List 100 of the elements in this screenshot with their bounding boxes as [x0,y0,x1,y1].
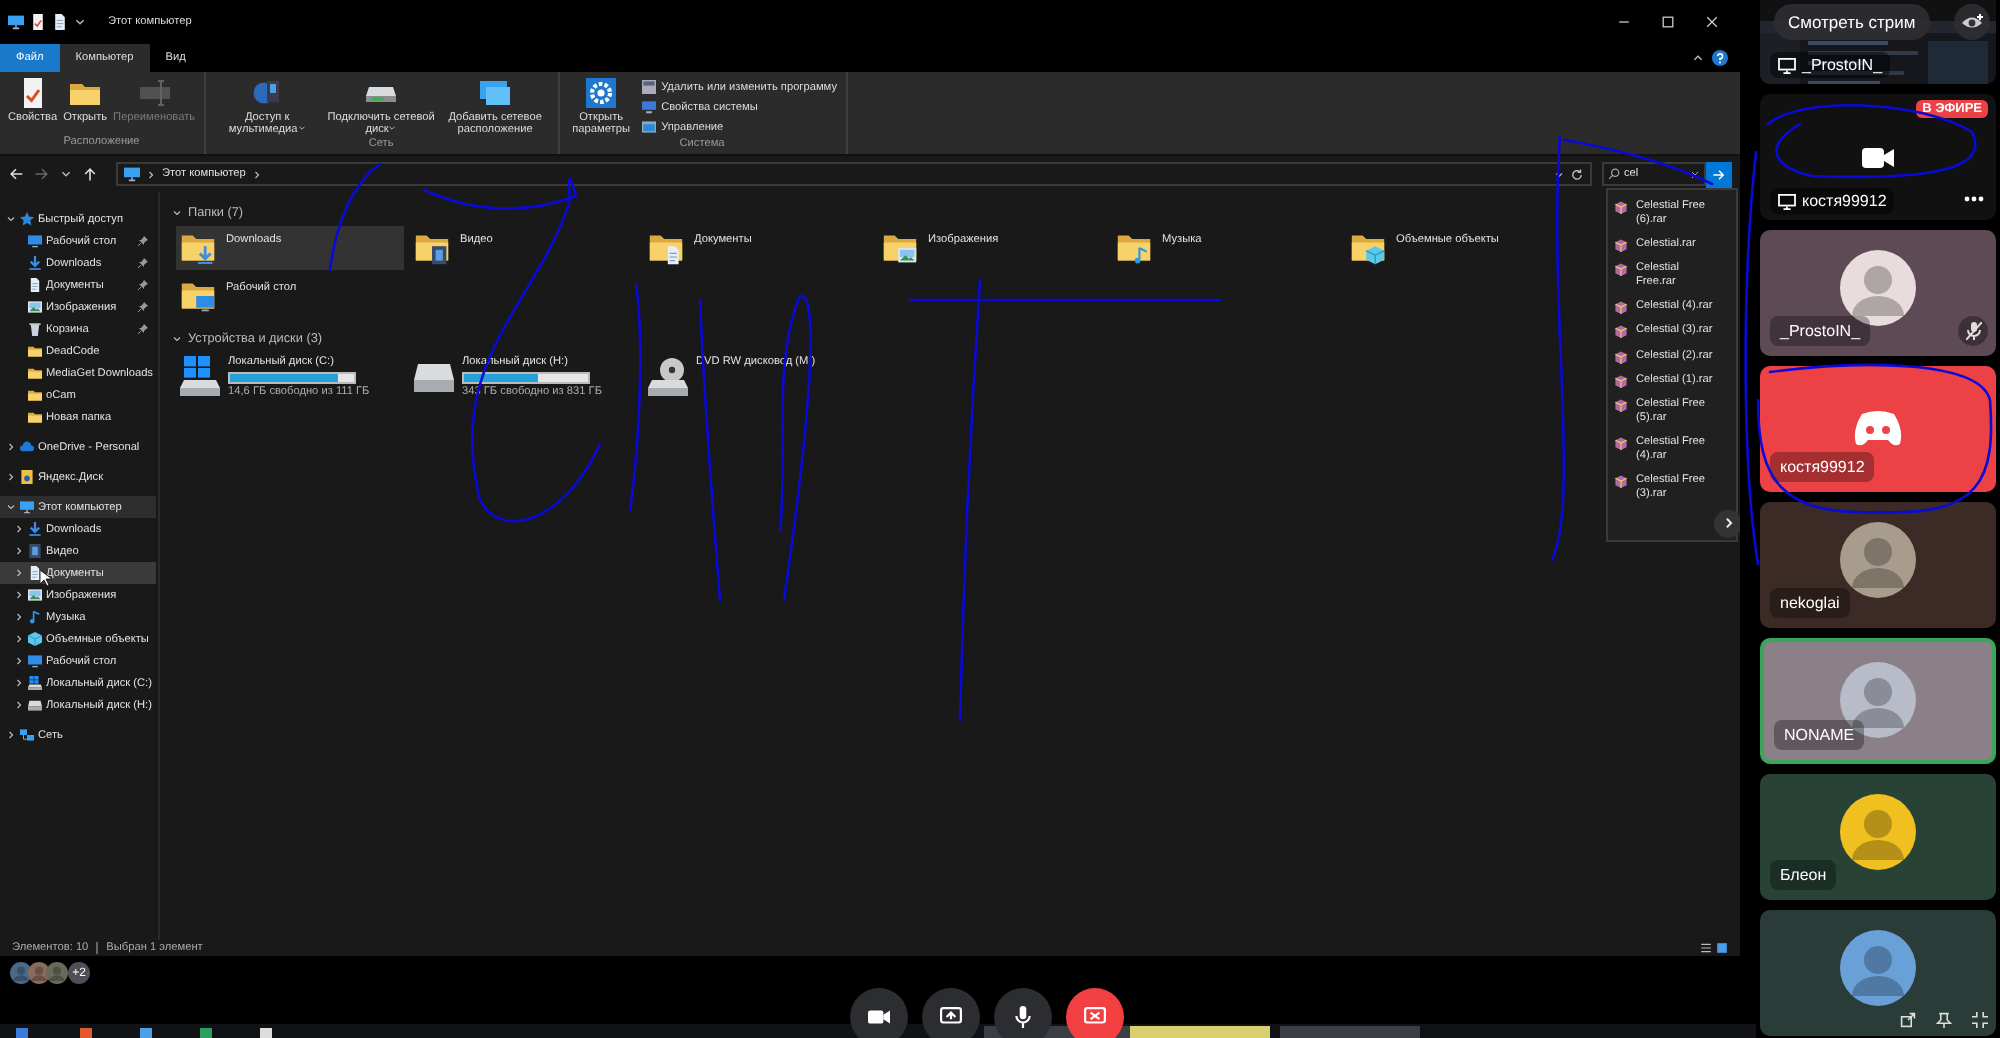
tiles-view-icon [1716,942,1728,954]
chevron-icon [251,169,262,179]
tiles-view-button[interactable] [1716,942,1728,954]
archive-icon [1614,324,1628,339]
folder-icon [1350,230,1386,266]
up-button[interactable] [82,166,98,182]
user-name: nekoglai [1770,588,1850,618]
archive-icon [1614,300,1628,315]
maximize-icon [1660,14,1676,30]
folder-icon [414,230,450,266]
user-name: костя99912 [1770,452,1875,482]
archive-icon [1614,199,1628,214]
image-icon [28,588,42,602]
folder-icon [28,366,42,380]
caret-icon [74,16,86,28]
cloud-icon [20,440,34,454]
eye-icon [1961,14,1983,30]
leave-call-icon [1084,1006,1106,1028]
monitor-icon [1778,193,1796,209]
details-view-button[interactable] [1700,942,1712,954]
microphone-button[interactable] [994,988,1052,1038]
pen-stroke [328,162,382,272]
caret-icon [60,168,72,180]
archive-icon [1614,373,1628,388]
camera-icon [868,1006,890,1028]
leave-call-button[interactable] [1066,988,1124,1038]
settings-icon [586,78,617,108]
monitor-icon [28,654,42,668]
folder-icon [1116,230,1152,266]
folder-icon [180,278,216,314]
back-button[interactable] [8,166,24,182]
film-icon [28,544,42,558]
computer-icon [124,166,140,182]
back-arrow-icon [8,166,24,182]
forward-arrow-icon [34,166,50,182]
folder-icon [28,410,42,424]
folder-icon [28,388,42,402]
document-icon [28,566,42,580]
document-icon [52,14,68,30]
star-icon [20,212,34,226]
screen-share-button[interactable] [922,988,980,1038]
archive-icon [1614,436,1628,451]
chevron-icon [172,207,182,217]
user-name: Блеон [1770,860,1837,890]
collapse-ribbon-button[interactable] [1692,52,1704,64]
exit-fullscreen-icon [1972,1012,1988,1028]
screen-share-icon [940,1006,962,1028]
chevron-icon [146,169,156,179]
program-icon [641,80,656,94]
computer-icon [8,14,24,30]
close-icon [1704,14,1720,30]
cube-icon [28,632,42,646]
close-button[interactable] [1704,14,1720,30]
checklist-icon [30,14,46,30]
folder-icon [882,230,918,266]
user-name: _ProstoIN_ [1802,56,1883,74]
camera-button[interactable] [850,988,908,1038]
search-go-button[interactable] [1706,161,1732,187]
system-drive-icon [28,676,42,690]
pin-icon [1936,1012,1952,1028]
chevron-icon [1721,516,1735,531]
computer-icon [20,500,34,514]
arrow-right-icon [1712,167,1726,181]
refresh-icon [1570,167,1584,181]
recent-locations-button[interactable] [60,168,72,180]
computer-icon [641,100,656,114]
camera-icon [1862,145,1894,169]
pin-window-button[interactable] [1936,1012,1952,1032]
help-button[interactable] [1712,50,1728,66]
document-icon [28,278,42,292]
user-name: NONAME [1774,720,1865,750]
chevron-icon [172,333,182,343]
list-view-icon [1700,942,1712,954]
next-button[interactable] [1714,509,1740,538]
caret-up-icon [1692,52,1704,64]
popout-icon [1900,1012,1916,1028]
folder-icon [180,230,216,266]
archive-icon [1614,261,1628,276]
system-drive-icon [180,356,220,396]
microphone-icon [1012,1006,1034,1028]
maximize-button[interactable] [1660,14,1676,30]
watch-stream-button[interactable]: Смотреть стрим [1774,4,1930,40]
exit-fullscreen-button[interactable] [1972,1012,1988,1032]
download-icon [28,522,42,536]
management-icon [641,120,656,134]
add-viewer-button[interactable] [1954,4,1990,40]
popout-button[interactable] [1900,1012,1916,1032]
archive-icon [1614,349,1628,364]
muted-microphone-icon [1965,322,1981,340]
user-name: костя99912 [1802,192,1887,210]
forward-button[interactable] [34,166,50,182]
folder-icon [70,78,101,108]
clear-icon [1690,169,1700,179]
download-icon [28,256,42,270]
search-icon [1608,168,1620,180]
archive-icon [1614,474,1628,489]
archive-icon [1614,237,1628,252]
caret-icon [1554,169,1564,179]
monitor-icon [28,234,42,248]
disk-folder-icon [20,470,34,484]
